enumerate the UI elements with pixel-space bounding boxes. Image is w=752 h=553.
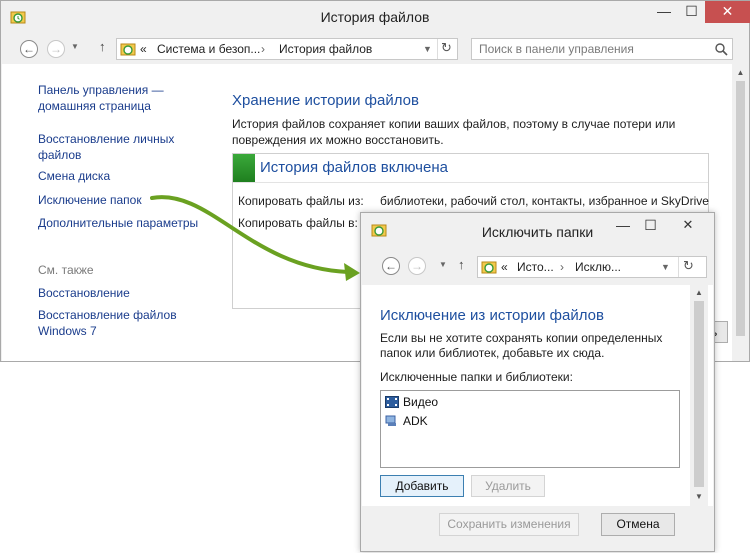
add-button[interactable]: Добавить <box>380 475 464 497</box>
main-scrollbar[interactable]: ▲ <box>732 64 749 361</box>
sidebar-link-home[interactable]: Панель управления — домашняя страница <box>38 82 164 114</box>
dialog-title-bar: Исключить папки — ☐ ✕ <box>361 213 714 243</box>
dialog-address-bar[interactable]: « Исто... › Исклю... ▼ ↻ <box>477 256 707 278</box>
save-changes-button[interactable]: Сохранить изменения <box>439 513 579 536</box>
excluded-list-label: Исключенные папки и библиотеки: <box>380 370 573 384</box>
copy-from-label: Копировать файлы из: <box>238 194 364 208</box>
status-header: История файлов включена <box>233 154 708 183</box>
breadcrumb-item-system[interactable]: Система и безоп... <box>157 42 260 56</box>
see-also-link-recovery[interactable]: Восстановление <box>38 285 130 301</box>
video-library-icon <box>385 396 399 408</box>
page-description: История файлов сохраняет копии ваших фай… <box>232 117 676 147</box>
status-title: История файлов включена <box>260 159 448 176</box>
chevron-right-icon[interactable]: › <box>261 42 265 56</box>
dialog-maximize-button[interactable]: ☐ <box>637 215 664 237</box>
copy-to-label: Копировать файлы в: <box>238 216 358 230</box>
dialog-history-dropdown-icon[interactable]: ▼ <box>439 260 447 269</box>
breadcrumb-item-history[interactable]: История файлов <box>279 42 372 56</box>
dialog-minimize-button[interactable]: — <box>609 215 637 237</box>
sidebar-link-restore[interactable]: Восстановление личных файлов <box>38 131 174 163</box>
window-title: История файлов <box>320 9 430 25</box>
dialog-forward-button[interactable]: → <box>408 257 426 275</box>
chevron-down-icon[interactable]: ▼ <box>423 44 432 54</box>
network-folder-icon <box>385 415 396 426</box>
status-indicator <box>233 154 255 182</box>
close-button[interactable]: ✕ <box>705 1 750 23</box>
control-panel-icon <box>481 261 497 274</box>
see-also-link-windows7[interactable]: Восстановление файлов Windows 7 <box>38 307 177 339</box>
dialog-breadcrumb-overflow[interactable]: « <box>501 260 508 274</box>
up-button[interactable]: ↑ <box>99 39 106 54</box>
dialog-scrollbar[interactable]: ▲ ▼ <box>690 285 708 506</box>
dialog-breadcrumb-item-exclude[interactable]: Исклю... <box>575 260 621 274</box>
control-panel-icon <box>120 43 136 56</box>
page-heading: Хранение истории файлов <box>232 92 419 109</box>
address-bar[interactable]: « Система и безоп... › История файлов ▼ … <box>116 38 458 60</box>
minimize-button[interactable]: — <box>650 1 678 23</box>
chevron-down-icon[interactable]: ▼ <box>661 262 670 272</box>
sidebar-link-exclude-folders[interactable]: Исключение папок <box>38 192 142 208</box>
dialog-refresh-icon[interactable]: ↻ <box>683 258 694 274</box>
cancel-button[interactable]: Отмена <box>601 513 675 536</box>
dialog-close-button[interactable]: ✕ <box>664 215 712 237</box>
dialog-breadcrumb-item-history[interactable]: Исто... <box>517 260 554 274</box>
see-also-label: См. также <box>38 263 94 277</box>
title-bar: История файлов — ☐ ✕ <box>1 1 750 33</box>
history-dropdown-icon[interactable]: ▼ <box>71 42 79 51</box>
dialog-up-button[interactable]: ↑ <box>458 257 465 272</box>
dialog-heading: Исключение из истории файлов <box>380 307 604 324</box>
search-placeholder: Поиск в панели управления <box>479 42 634 56</box>
scroll-down-icon[interactable]: ▼ <box>690 492 708 501</box>
excluded-folders-list[interactable]: Видео ADK <box>380 390 680 468</box>
divider <box>437 39 439 59</box>
dialog-description: Если вы не хотите сохранять копии опреде… <box>380 331 663 360</box>
breadcrumb-overflow[interactable]: « <box>140 42 147 56</box>
list-item-label: ADK <box>403 414 428 428</box>
scroll-thumb[interactable] <box>694 301 704 487</box>
scroll-up-icon[interactable]: ▲ <box>690 288 708 297</box>
sidebar-link-advanced[interactable]: Дополнительные параметры <box>38 215 198 231</box>
remove-button[interactable]: Удалить <box>471 475 545 497</box>
exclude-folders-dialog: Исключить папки — ☐ ✕ ← → ▼ ↑ « Исто... … <box>360 212 715 552</box>
scroll-up-icon[interactable]: ▲ <box>732 68 749 77</box>
list-item-label: Видео <box>403 395 439 409</box>
dialog-back-button[interactable]: ← <box>382 257 400 275</box>
divider <box>678 257 680 277</box>
dialog-address-row: ← → ▼ ↑ « Исто... › Исклю... ▼ ↻ <box>361 251 714 281</box>
maximize-button[interactable]: ☐ <box>678 1 705 23</box>
sidebar-link-change-drive[interactable]: Смена диска <box>38 168 110 184</box>
search-input[interactable]: Поиск в панели управления <box>471 38 733 60</box>
copy-from-value: библиотеки, рабочий стол, контакты, избр… <box>380 194 709 208</box>
dialog-content: Исключение из истории файлов Если вы не … <box>362 285 713 506</box>
back-button[interactable]: ← <box>20 40 38 58</box>
chevron-right-icon[interactable]: › <box>560 260 564 274</box>
refresh-icon[interactable]: ↻ <box>441 40 452 56</box>
address-row: ← → ▼ ↑ « Система и безоп... › История ф… <box>1 34 749 64</box>
scroll-thumb[interactable] <box>736 81 745 336</box>
forward-button[interactable]: → <box>47 40 65 58</box>
search-icon[interactable] <box>714 42 728 56</box>
